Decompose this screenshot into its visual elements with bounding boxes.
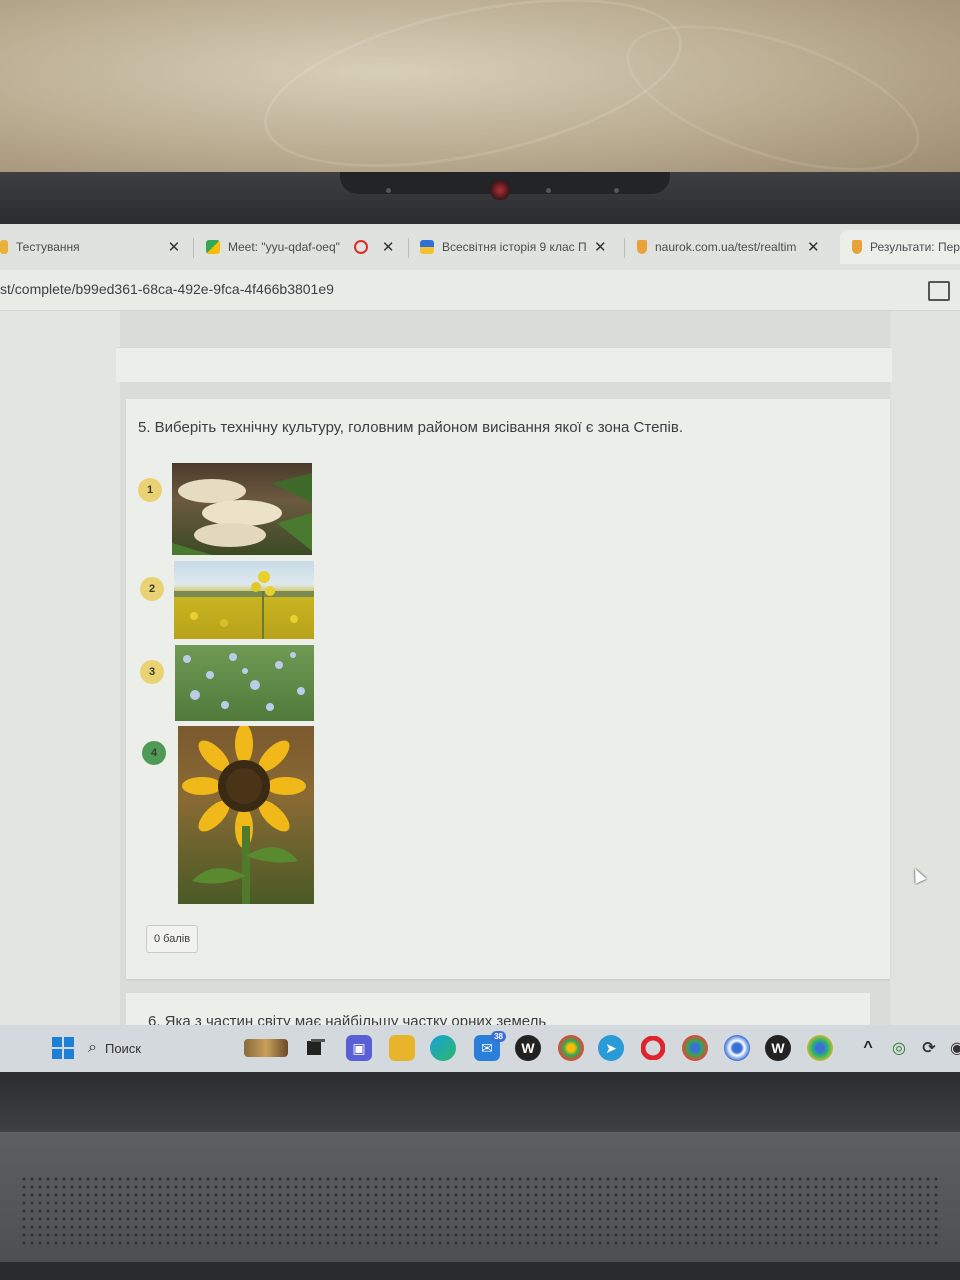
windows-taskbar: ⌕ Поиск ▣ ✉ 38 W ➤ W ^ ◎ ⟳ ◉ xyxy=(0,1025,960,1072)
webcam xyxy=(490,180,510,200)
tray-chevron-up-icon[interactable]: ^ xyxy=(855,1035,881,1061)
globe-app-icon[interactable] xyxy=(807,1035,833,1061)
tab-separator xyxy=(193,238,194,258)
telegram-icon[interactable]: ➤ xyxy=(598,1035,624,1061)
tab-separator xyxy=(624,238,625,258)
score-badge: 0 балів xyxy=(146,925,199,953)
tab-naurok[interactable]: naurok.com.ua/test/realtim ✕ xyxy=(637,230,820,264)
screen: Тестування ✕ Meet: "yyu-qdaf-oeq" ✕ Всес… xyxy=(0,224,960,1072)
chrome-icon[interactable] xyxy=(558,1035,584,1061)
tray-chrome-icon[interactable]: ◉ xyxy=(944,1035,960,1061)
right-margin xyxy=(890,311,960,1025)
tab-close-icon[interactable]: ✕ xyxy=(168,238,181,256)
windows-start-icon[interactable] xyxy=(50,1035,76,1061)
previous-question-card xyxy=(116,347,892,382)
chat-icon[interactable]: ▣ xyxy=(346,1035,372,1061)
mail-icon[interactable]: ✉ 38 xyxy=(474,1031,506,1061)
url-text[interactable]: st/complete/b99ed361-68ca-492e-9fca-4f46… xyxy=(0,281,334,297)
wall-background xyxy=(0,0,960,201)
tab-meet[interactable]: Meet: "yyu-qdaf-oeq" ✕ xyxy=(206,230,395,264)
option-number-badge[interactable]: 2 xyxy=(140,577,164,601)
chrome-canary-icon[interactable] xyxy=(724,1035,750,1061)
sensor-dot xyxy=(614,188,619,193)
tray-sync-icon[interactable]: ⟳ xyxy=(916,1035,942,1061)
rapeseed-image xyxy=(174,571,314,639)
opera-icon[interactable] xyxy=(640,1035,666,1061)
tab-title: Тестування xyxy=(16,240,80,254)
sunflower-image xyxy=(182,726,306,904)
search-highlight-icon xyxy=(244,1039,288,1057)
option-image-sugar-beet[interactable] xyxy=(172,463,312,555)
speaker-grille xyxy=(20,1175,940,1245)
tab-separator xyxy=(408,238,409,258)
naurok-icon xyxy=(852,240,862,254)
question-text: 5. Виберіть технічну культуру, головним … xyxy=(138,419,684,436)
wallpaper-pattern xyxy=(609,0,937,201)
search-icon: ⌕ xyxy=(88,1039,97,1056)
tab-close-icon[interactable]: ✕ xyxy=(382,238,395,256)
option-image-sunflower[interactable] xyxy=(178,726,314,904)
tab-close-icon[interactable]: ✕ xyxy=(807,238,820,256)
option-number-badge[interactable]: 1 xyxy=(138,478,162,502)
taskbar-search[interactable]: ⌕ Поиск xyxy=(88,1033,288,1063)
install-app-icon[interactable] xyxy=(928,281,950,301)
file-explorer-icon[interactable] xyxy=(389,1035,415,1061)
task-view-icon[interactable] xyxy=(302,1035,328,1061)
option-image-flax[interactable] xyxy=(175,645,314,721)
sensor-dot xyxy=(386,188,391,193)
ukraine-flag-icon xyxy=(420,240,434,254)
tab-title: naurok.com.ua/test/realtim xyxy=(655,240,797,254)
tab-history[interactable]: Всесвітня історія 9 клас П ✕ xyxy=(420,230,607,264)
sensor-dot xyxy=(546,188,551,193)
tab-results[interactable]: Результати: Пер xyxy=(840,230,960,264)
naurok-icon xyxy=(637,240,647,254)
option-image-rapeseed[interactable] xyxy=(174,561,314,639)
page-content: 5. Виберіть технічну культуру, головним … xyxy=(0,311,960,1033)
app-w-icon[interactable]: W xyxy=(515,1035,541,1061)
laptop-hinge xyxy=(0,1072,960,1132)
option-number-badge[interactable]: 3 xyxy=(140,660,164,684)
edge-icon[interactable] xyxy=(430,1035,456,1061)
tab-favicon-icon xyxy=(0,240,8,254)
meet-icon xyxy=(206,240,220,254)
left-margin xyxy=(0,311,120,1025)
keyboard-row xyxy=(0,1262,960,1280)
tab-title: Meet: "yyu-qdaf-oeq" xyxy=(228,240,340,254)
mail-badge: 38 xyxy=(491,1031,506,1042)
chrome-profile-icon[interactable] xyxy=(682,1035,708,1061)
tab-testing[interactable]: Тестування ✕ xyxy=(0,230,180,264)
address-bar[interactable]: st/complete/b99ed361-68ca-492e-9fca-4f46… xyxy=(0,270,960,311)
wallpaper-pattern xyxy=(249,0,697,199)
tab-close-icon[interactable]: ✕ xyxy=(594,238,607,256)
option-number-badge[interactable]: 4 xyxy=(142,741,166,765)
tray-app-icon[interactable]: ◎ xyxy=(886,1035,912,1061)
app-w2-icon[interactable]: W xyxy=(765,1035,791,1061)
tab-title: Всесвітня історія 9 клас П xyxy=(442,240,586,254)
flax-image xyxy=(183,652,305,711)
question-card: 5. Виберіть технічну культуру, головним … xyxy=(126,399,890,979)
sugar-beet-image xyxy=(172,473,312,555)
browser-tab-bar: Тестування ✕ Meet: "yyu-qdaf-oeq" ✕ Всес… xyxy=(0,224,960,270)
recording-icon xyxy=(353,240,368,254)
search-placeholder: Поиск xyxy=(104,1040,141,1056)
tab-title: Результати: Пер xyxy=(870,240,960,254)
laptop-bezel xyxy=(0,172,960,228)
